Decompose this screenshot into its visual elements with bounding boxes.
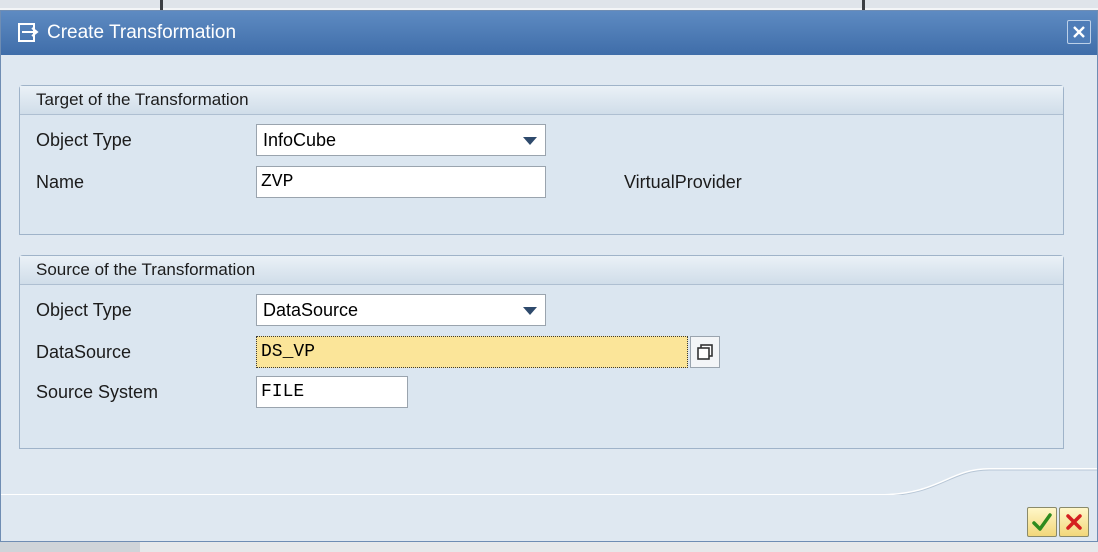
ok-button[interactable] [1027,507,1057,537]
value-help-button[interactable] [690,336,720,368]
dialog-title: Create Transformation [47,22,237,43]
background-toolbar [0,0,1098,8]
target-group: Target of the Transformation Object Type… [19,85,1064,235]
target-name-input[interactable]: ZVP [256,166,546,198]
cancel-x-icon [1066,514,1082,530]
close-icon [1073,26,1085,38]
source-system-label: Source System [36,382,159,402]
chevron-down-icon [523,307,537,315]
source-object-type-value: DataSource [263,300,359,320]
source-group-header: Source of the Transformation [20,256,1063,285]
source-group: Source of the Transformation Object Type… [19,255,1064,449]
dialog-content: Target of the Transformation Object Type… [1,55,1097,455]
footer-divider [1,468,1097,495]
target-name-label: Name [36,172,85,192]
target-object-type-select[interactable]: InfoCube [256,124,546,156]
source-object-type-select[interactable]: DataSource [256,294,546,326]
value-help-icon [697,344,713,360]
dialog-titlebar[interactable]: Create Transformation [1,11,1097,55]
target-group-header: Target of the Transformation [20,86,1063,115]
chevron-down-icon [523,137,537,145]
target-name-description: VirtualProvider [624,172,742,192]
target-object-type-value: InfoCube [263,130,337,150]
source-system-input[interactable]: FILE [256,376,408,408]
close-button[interactable] [1067,20,1091,44]
datasource-input[interactable]: DS_VP [256,336,688,368]
cancel-button[interactable] [1059,507,1089,537]
create-transformation-icon [17,22,39,44]
dialog-footer [1,455,1097,541]
target-object-type-label: Object Type [36,130,132,150]
source-object-type-label: Object Type [36,300,132,320]
create-transformation-dialog: Create Transformation Target of the Tran… [0,10,1098,542]
datasource-label: DataSource [36,342,132,362]
checkmark-icon [1032,513,1052,531]
